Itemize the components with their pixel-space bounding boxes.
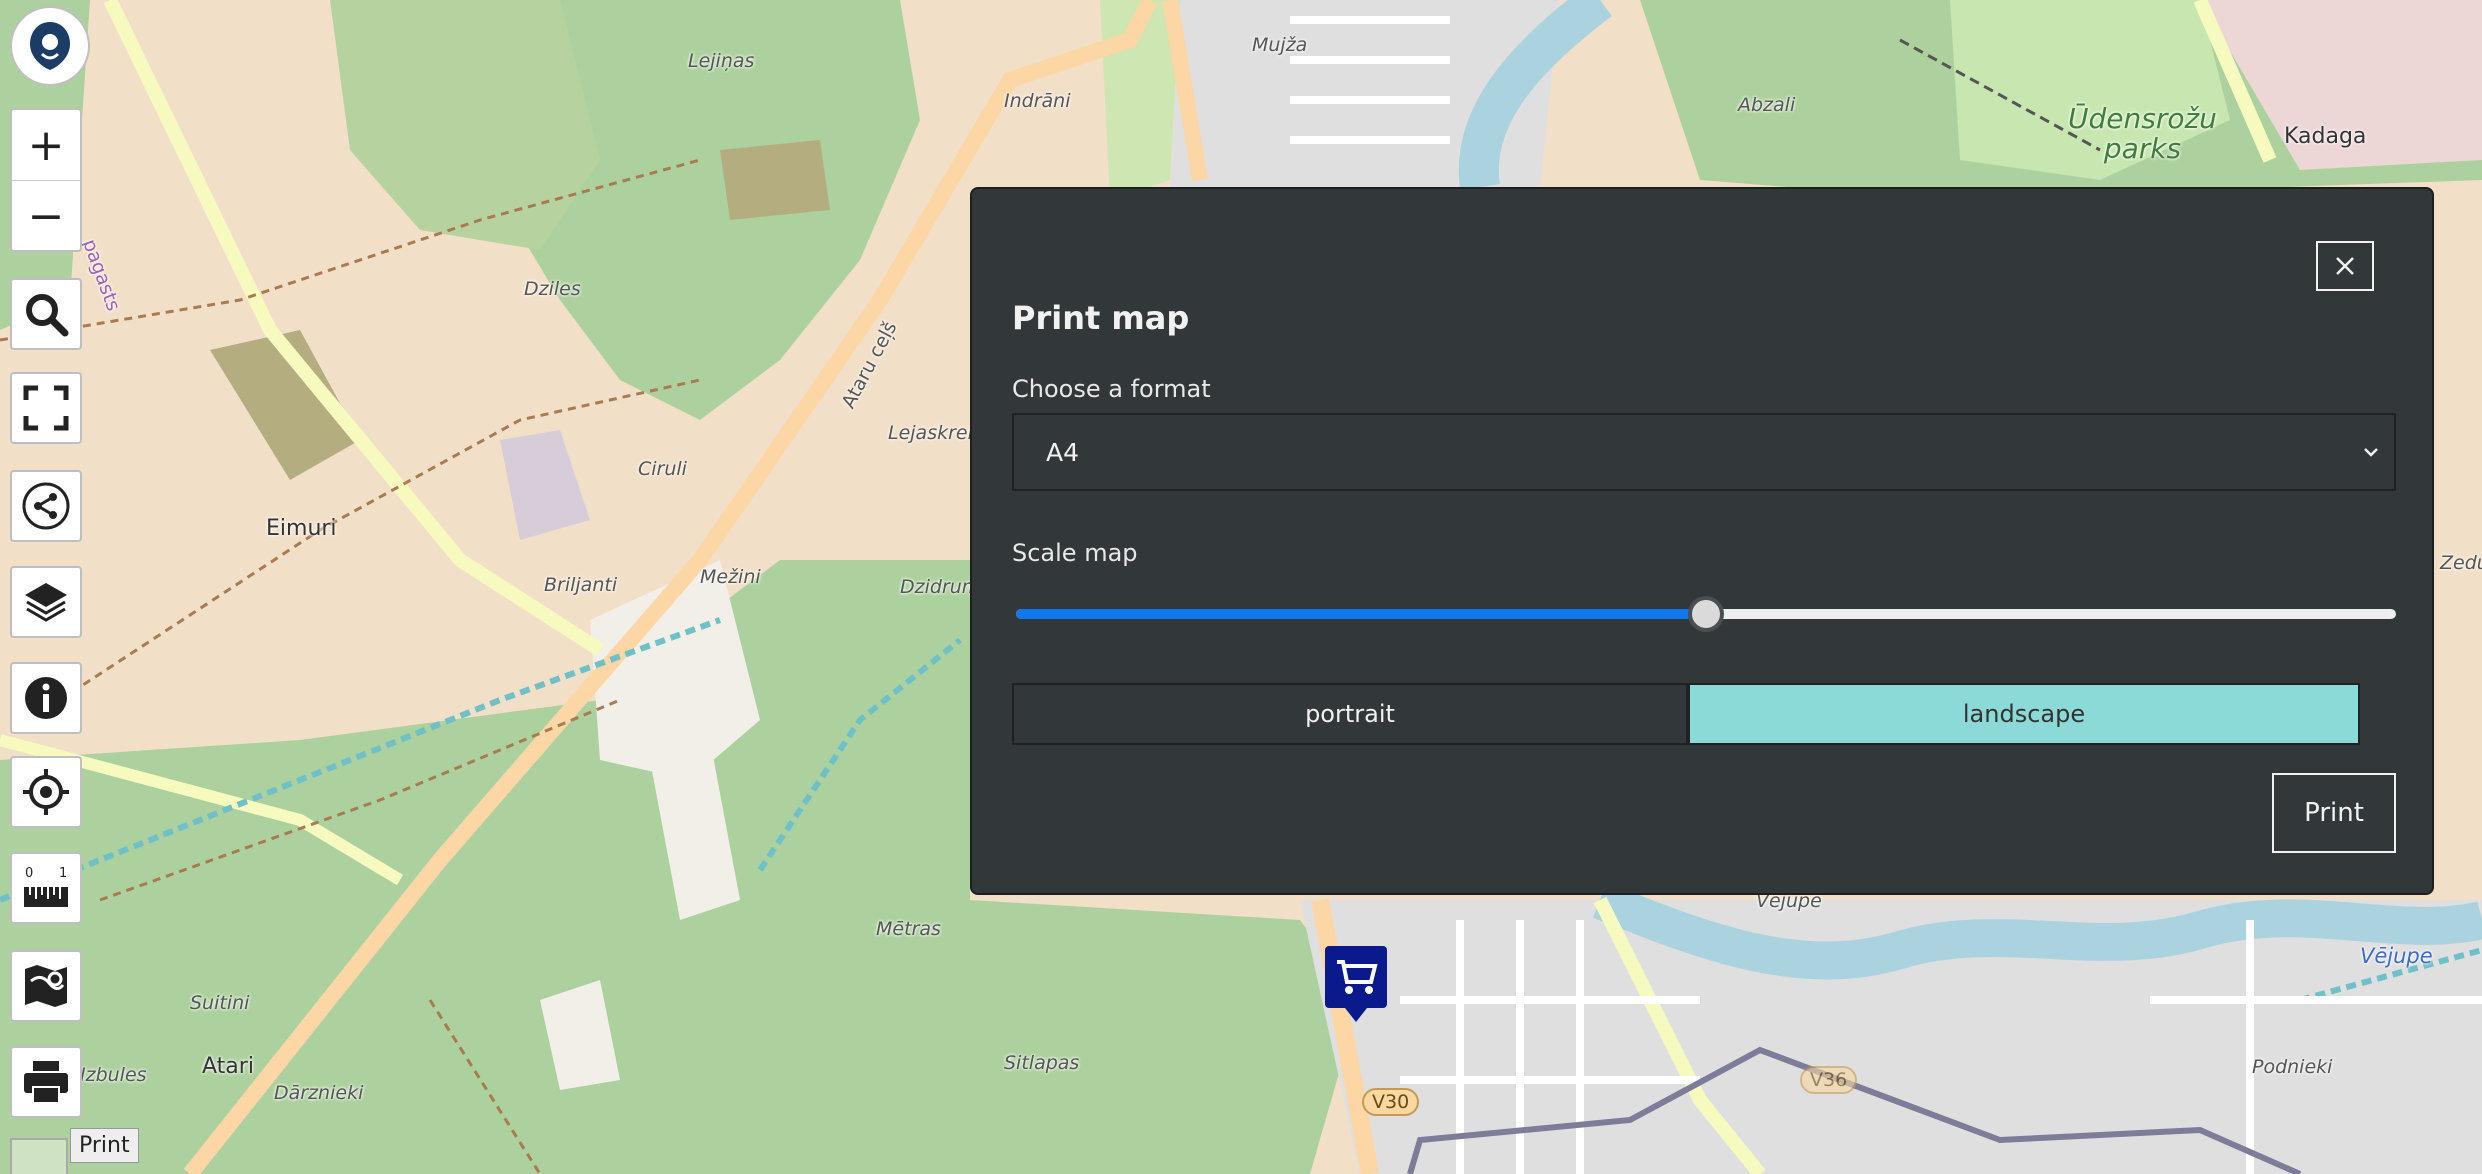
zoom-out-button[interactable]: − [12,180,80,251]
locate-icon [23,769,69,815]
map-label: Zedu [2440,552,2482,574]
road-shield: V30 [1362,1088,1420,1116]
map-label: Vējupe [2360,944,2433,968]
dialog-title: Print map [1012,299,1190,337]
layers-icon [25,583,67,622]
map-label: Podnieki [2252,1056,2333,1078]
share-icon [22,482,70,530]
logo-icon [30,22,70,70]
chevron-down-icon [2364,448,2378,457]
scale-slider-thumb[interactable] [1688,596,1724,632]
map-label: Dziles [524,278,581,300]
map-label: Indrāni [1004,90,1071,112]
svg-text:1: 1 [59,866,67,881]
map-label: Mežini [700,566,761,588]
print-tool-button[interactable] [10,1046,82,1118]
print-button[interactable]: Print [2272,773,2396,853]
search-button[interactable] [10,278,82,350]
print-dialog: Print map Choose a format A4 Scale map p… [970,187,2434,895]
map-label: Mujža [1252,34,1308,56]
map-label: Dārznieki [274,1082,364,1104]
shop-marker[interactable] [1323,944,1389,1024]
info-button[interactable] [10,662,82,734]
share-button[interactable] [10,470,82,542]
map-style-button[interactable] [10,950,82,1022]
zoom-in-button[interactable]: + [12,110,80,180]
map-label: Mētras [876,918,941,940]
search-icon [26,294,69,337]
print-icon [24,1061,68,1104]
close-button[interactable] [2316,241,2374,291]
portrait-option[interactable]: portrait [1012,683,1688,745]
scale-label: Scale map [1012,539,1138,567]
map-label: Lejaskrei [888,422,973,444]
format-value: A4 [1046,437,1080,467]
print-tooltip: Print [70,1128,139,1163]
map-label: Ciruli [638,458,687,480]
measure-button[interactable]: 0 1 [10,852,82,924]
close-icon [2336,257,2354,275]
road-shield: V36 [1800,1066,1858,1094]
map-label: Atari [202,1054,254,1079]
zoom-control: + − [10,108,82,252]
map-label: Eimuri [266,516,337,541]
fullscreen-button[interactable] [10,372,82,444]
map-label: Lejiņas [688,50,755,72]
map-label: Sitlapas [1004,1052,1080,1074]
info-icon [25,677,67,719]
measure-icon: 0 1 [24,866,68,907]
map-label: Izbules [80,1064,147,1086]
map-label: Dzidrum [900,576,981,598]
park-label: Ūdensrožu parks [2068,102,2217,165]
format-label: Choose a format [1012,375,1211,403]
map-label: Kadaga [2284,124,2367,149]
fullscreen-icon [23,385,69,431]
scale-slider-fill [1016,609,1706,619]
map-label: Briljanti [544,574,618,596]
map-label: Abzali [1738,94,1796,116]
locate-button[interactable] [10,756,82,828]
app-logo[interactable] [10,6,90,86]
landscape-option[interactable]: landscape [1688,683,2360,745]
map-label: Suitini [190,992,250,1014]
map-style-icon [25,965,67,1007]
minimap[interactable] [10,1138,68,1174]
layers-button[interactable] [10,566,82,638]
format-select[interactable]: A4 [1012,413,2396,491]
svg-text:0: 0 [25,866,33,881]
